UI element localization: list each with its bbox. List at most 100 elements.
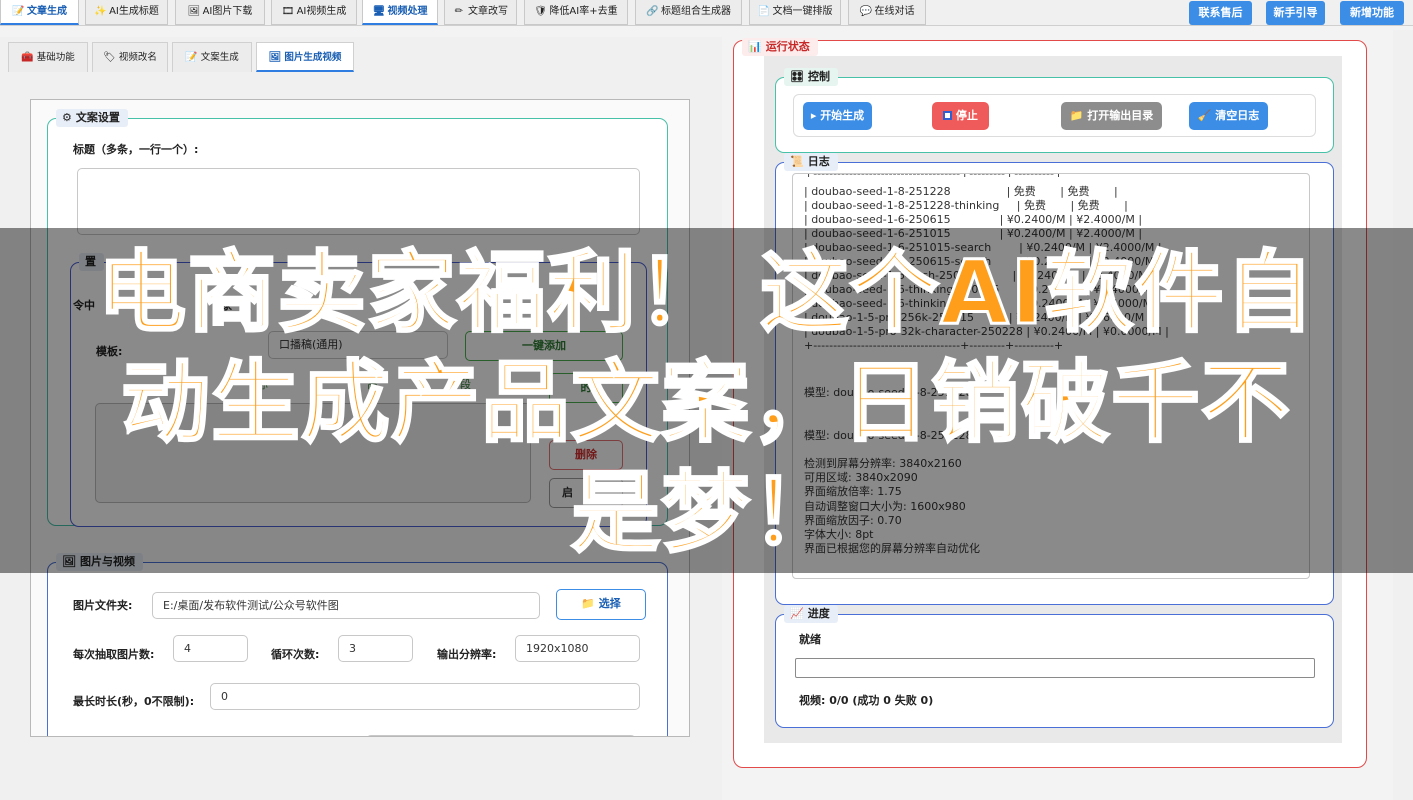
chart-icon: 📊 xyxy=(748,40,762,53)
tab-label: 文档一键排版 xyxy=(772,6,833,17)
progress-chart-icon: 📈 xyxy=(790,607,804,620)
progress-status: 就绪 xyxy=(799,633,821,646)
tab-label: 标题组合生成器 xyxy=(661,6,731,17)
log-line: +-------------------------------------+-… xyxy=(804,173,1064,180)
gear-icon: ⚙ xyxy=(62,111,72,124)
top-tab-bar: 📝 文章生成 ✨ AI生成标题 🖼 AI图片下载 🎞 AI视频生成 🖥 视频处理 ✏ 文章改… xyxy=(0,0,1413,26)
tab-ai-image-download[interactable]: 🖼 AI图片下载 xyxy=(175,0,265,25)
overlay-line-3: 是梦！ xyxy=(570,460,842,566)
titles-label: 标题（多条，一行一个）: xyxy=(73,143,199,156)
pencil-icon: ✏ xyxy=(454,6,464,17)
folder-path-input[interactable]: E:/桌面/发布软件测试/公众号软件图 xyxy=(152,592,540,619)
button-label: 清空日志 xyxy=(1215,109,1260,122)
tab-title-combiner[interactable]: 🔗 标题组合生成器 xyxy=(635,0,742,25)
newbie-guide-button[interactable]: 新手引导 xyxy=(1266,1,1325,25)
subtab-copy-generate[interactable]: 📝 文案生成 xyxy=(172,42,252,72)
tab-label: 降低AI率+去重 xyxy=(549,6,618,17)
subtab-label: 基础功能 xyxy=(36,52,75,63)
progress-summary: 视频: 0/0 (成功 0 失败 0) xyxy=(799,694,934,707)
folder-label: 图片文件夹: xyxy=(73,599,133,612)
tab-label: 在线对话 xyxy=(874,6,915,17)
group-title-text: 控制 xyxy=(807,70,830,83)
image-icon: 🖼 xyxy=(187,6,201,17)
status-panel-title: 📊 运行状态 xyxy=(742,38,818,56)
tab-reduce-ai-rate[interactable]: 🛡 降低AI率+去重 xyxy=(524,0,628,25)
select-button-label: 选择 xyxy=(598,597,621,610)
file-icon: 📄 xyxy=(757,6,770,17)
folder-icon: 📁 xyxy=(1069,109,1084,122)
tab-video-processing[interactable]: 🖥 视频处理 xyxy=(362,0,438,25)
new-features-button[interactable]: 新增功能 xyxy=(1340,1,1404,25)
tab-label: AI图片下载 xyxy=(202,6,253,17)
group-title-text: 进度 xyxy=(807,607,830,620)
chat-icon: 💬 xyxy=(859,6,872,17)
group-title-text: 日志 xyxy=(807,155,830,168)
per-extract-label: 每次抽取图片数: xyxy=(73,648,155,661)
select-folder-button[interactable]: 📁 选择 xyxy=(556,589,646,620)
tab-label: 文章生成 xyxy=(27,6,67,17)
button-label: 开始生成 xyxy=(820,109,865,122)
toolbox-icon: 🧰 xyxy=(21,52,34,63)
contact-support-button[interactable]: 联系售后 xyxy=(1189,1,1252,25)
stop-button[interactable]: 停止 xyxy=(932,102,989,130)
subtab-label: 视频改名 xyxy=(118,52,157,63)
tab-online-chat[interactable]: 💬 在线对话 xyxy=(848,0,926,25)
copy-settings-title: ⚙ 文案设置 xyxy=(56,109,128,127)
subtab-image-to-video[interactable]: 🖼 图片生成视频 xyxy=(256,42,354,72)
control-title: 🎛 控制 xyxy=(784,68,838,86)
broom-icon: 🧹 xyxy=(1197,109,1212,122)
loop-count-input[interactable]: 3 xyxy=(338,635,413,662)
button-label: 打开输出目录 xyxy=(1087,109,1154,122)
progress-group: 📈 进度 就绪 视频: 0/0 (成功 0 失败 0) xyxy=(775,605,1334,728)
clear-log-button[interactable]: 🧹 清空日志 xyxy=(1189,102,1268,130)
promo-overlay: 电商卖家福利！ 这个AI软件自 动生成产品文案，日销破千不 是梦！ xyxy=(0,228,1413,573)
doc-icon: 📝 xyxy=(12,6,25,17)
monitor-icon: 🖥 xyxy=(372,6,386,17)
log-line: | doubao-seed-1-8-251228 | 免费 | 免费 | xyxy=(804,185,1118,198)
stop-icon xyxy=(943,111,953,120)
tab-label: 文章改写 xyxy=(468,6,508,17)
subtab-label: 图片生成视频 xyxy=(284,52,342,63)
overlay-line-1: 电商卖家福利！ 这个AI软件自 xyxy=(96,240,1316,346)
shield-icon: 🛡 xyxy=(534,6,548,17)
play-icon: ▸ xyxy=(810,109,817,122)
subtab-basic[interactable]: 🧰 基础功能 xyxy=(8,42,88,72)
start-generate-button[interactable]: ▸ 开始生成 xyxy=(803,102,872,130)
button-label: 停止 xyxy=(955,109,978,122)
picture-icon: 🖼 xyxy=(268,52,282,63)
progress-title: 📈 进度 xyxy=(784,605,838,623)
max-duration-input[interactable]: 0 xyxy=(210,683,640,710)
control-button-row: ▸ 开始生成 停止 📁 打开输出目录 🧹 清空日志 xyxy=(793,94,1316,137)
group-title-text: 文案设置 xyxy=(75,111,120,124)
control-group: 🎛 控制 ▸ 开始生成 停止 📁 打开输出目录 🧹 清空日志 xyxy=(775,68,1334,153)
open-output-dir-button[interactable]: 📁 打开输出目录 xyxy=(1061,102,1162,130)
tab-article-rewrite[interactable]: ✏ 文章改写 xyxy=(444,0,517,25)
tab-ai-video-generate[interactable]: 🎞 AI视频生成 xyxy=(271,0,357,25)
tab-label: AI生成标题 xyxy=(109,6,159,17)
loop-label: 循环次数: xyxy=(271,648,320,661)
link-icon: 🔗 xyxy=(646,6,659,17)
log-line: | doubao-seed-1-6-250615 | ¥0.2400/M | ¥… xyxy=(804,213,1143,226)
video-gen-icon: 🎞 xyxy=(281,6,295,17)
max-duration-label: 最长时长(秒，0不限制): xyxy=(73,695,195,708)
tag-icon: 🏷 xyxy=(103,52,116,63)
overlay-line-2: 动生成产品文案，日销破千不 xyxy=(120,350,1292,456)
log-title: 📜 日志 xyxy=(784,153,838,171)
tab-article-generate[interactable]: 📝 文章生成 xyxy=(0,0,79,25)
note-icon: 📝 xyxy=(185,52,198,63)
subtab-label: 文案生成 xyxy=(200,52,239,63)
folder-icon: 📁 xyxy=(581,597,595,610)
tab-label: AI视频生成 xyxy=(296,6,347,17)
sparkle-icon: ✨ xyxy=(94,6,107,17)
log-line: | doubao-seed-1-8-251228-thinking | 免费 |… xyxy=(804,199,1128,212)
titles-textarea[interactable] xyxy=(77,168,640,235)
resolution-label: 输出分辨率: xyxy=(437,648,497,661)
scroll-icon: 📜 xyxy=(790,155,804,168)
images-video-group: 🖼 图片与视频 图片文件夹: E:/桌面/发布软件测试/公众号软件图 📁 选择 每… xyxy=(47,553,668,736)
per-extract-input[interactable]: 4 xyxy=(173,635,248,662)
next-field-partial[interactable] xyxy=(366,735,636,736)
tab-ai-title[interactable]: ✨ AI生成标题 xyxy=(85,0,168,25)
tab-doc-format[interactable]: 📄 文档一键排版 xyxy=(749,0,841,25)
subtab-video-rename[interactable]: 🏷 视频改名 xyxy=(92,42,168,72)
resolution-input[interactable]: 1920x1080 xyxy=(515,635,640,662)
